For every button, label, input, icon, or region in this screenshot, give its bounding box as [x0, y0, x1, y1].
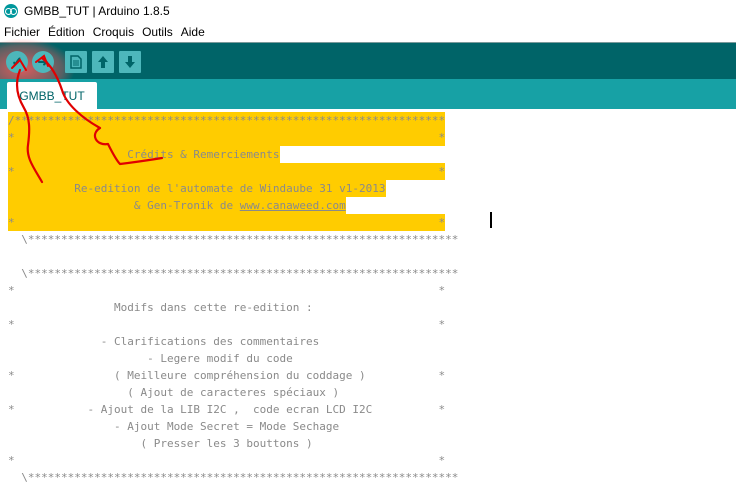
code-line: ( Ajout de caracteres spéciaux )	[8, 386, 340, 399]
code-line: - Ajout Mode Secret = Mode Sechage	[8, 420, 340, 433]
code-line: /***************************************…	[8, 112, 446, 129]
code-line: - Clarifications des commentaires	[8, 335, 320, 348]
code-line: * *	[8, 163, 446, 180]
code-line: ( Presser les 3 bouttons )	[8, 437, 313, 450]
code-line: * *	[8, 284, 446, 297]
menu-bar: Fichier Édition Croquis Outils Aide	[0, 22, 736, 42]
code-line: \***************************************…	[8, 267, 459, 280]
code-line: * *	[8, 214, 446, 231]
title-bar: GMBB_TUT | Arduino 1.8.5	[0, 0, 736, 22]
menu-croquis[interactable]: Croquis	[89, 25, 138, 39]
menu-edition[interactable]: Édition	[44, 25, 89, 39]
menu-outils[interactable]: Outils	[138, 25, 177, 39]
upload-button[interactable]: ➜	[32, 51, 54, 73]
arduino-logo-icon	[4, 4, 18, 18]
open-button[interactable]	[92, 51, 114, 73]
code-line: * ( Meilleure compréhension du coddage )…	[8, 369, 446, 382]
code-line: * *	[8, 454, 446, 467]
code-line: & Gen-Tronik de www.canaweed.com	[8, 197, 346, 214]
verify-button[interactable]: ✓	[6, 51, 28, 73]
code-line: * *	[8, 129, 446, 146]
website-link[interactable]: www.canaweed.com	[240, 199, 346, 212]
code-line: * *	[8, 318, 446, 331]
new-button[interactable]	[65, 51, 87, 73]
code-line: \***************************************…	[8, 471, 459, 484]
checkmark-icon: ✓	[11, 54, 23, 69]
code-line: Re-edition de l'automate de Windaube 31 …	[8, 180, 386, 197]
code-line: * - Ajout de la LIB I2C , code ecran LCD…	[8, 403, 446, 416]
document-icon	[70, 55, 82, 69]
menu-aide[interactable]: Aide	[177, 25, 209, 39]
code-editor[interactable]: /***************************************…	[0, 109, 736, 488]
code-line: \***************************************…	[8, 233, 459, 246]
code-line: Crédits & Remerciements	[8, 146, 280, 163]
code-line: - Legere modif du code	[8, 352, 293, 365]
code-line: Modifs dans cette re-edition :	[8, 301, 313, 314]
arrow-right-icon: ➜	[37, 54, 49, 69]
code-text: & Gen-Tronik de	[8, 199, 240, 212]
tab-gmbb-tut[interactable]: GMBB_TUT	[7, 82, 97, 109]
menu-fichier[interactable]: Fichier	[0, 25, 44, 39]
window-title: GMBB_TUT | Arduino 1.8.5	[24, 4, 170, 18]
arrow-up-icon	[98, 56, 108, 68]
save-button[interactable]	[119, 51, 141, 73]
text-cursor	[490, 212, 492, 228]
arrow-down-icon	[125, 56, 135, 68]
tab-strip: GMBB_TUT	[0, 79, 736, 109]
toolbar: ✓ ➜	[0, 39, 736, 99]
